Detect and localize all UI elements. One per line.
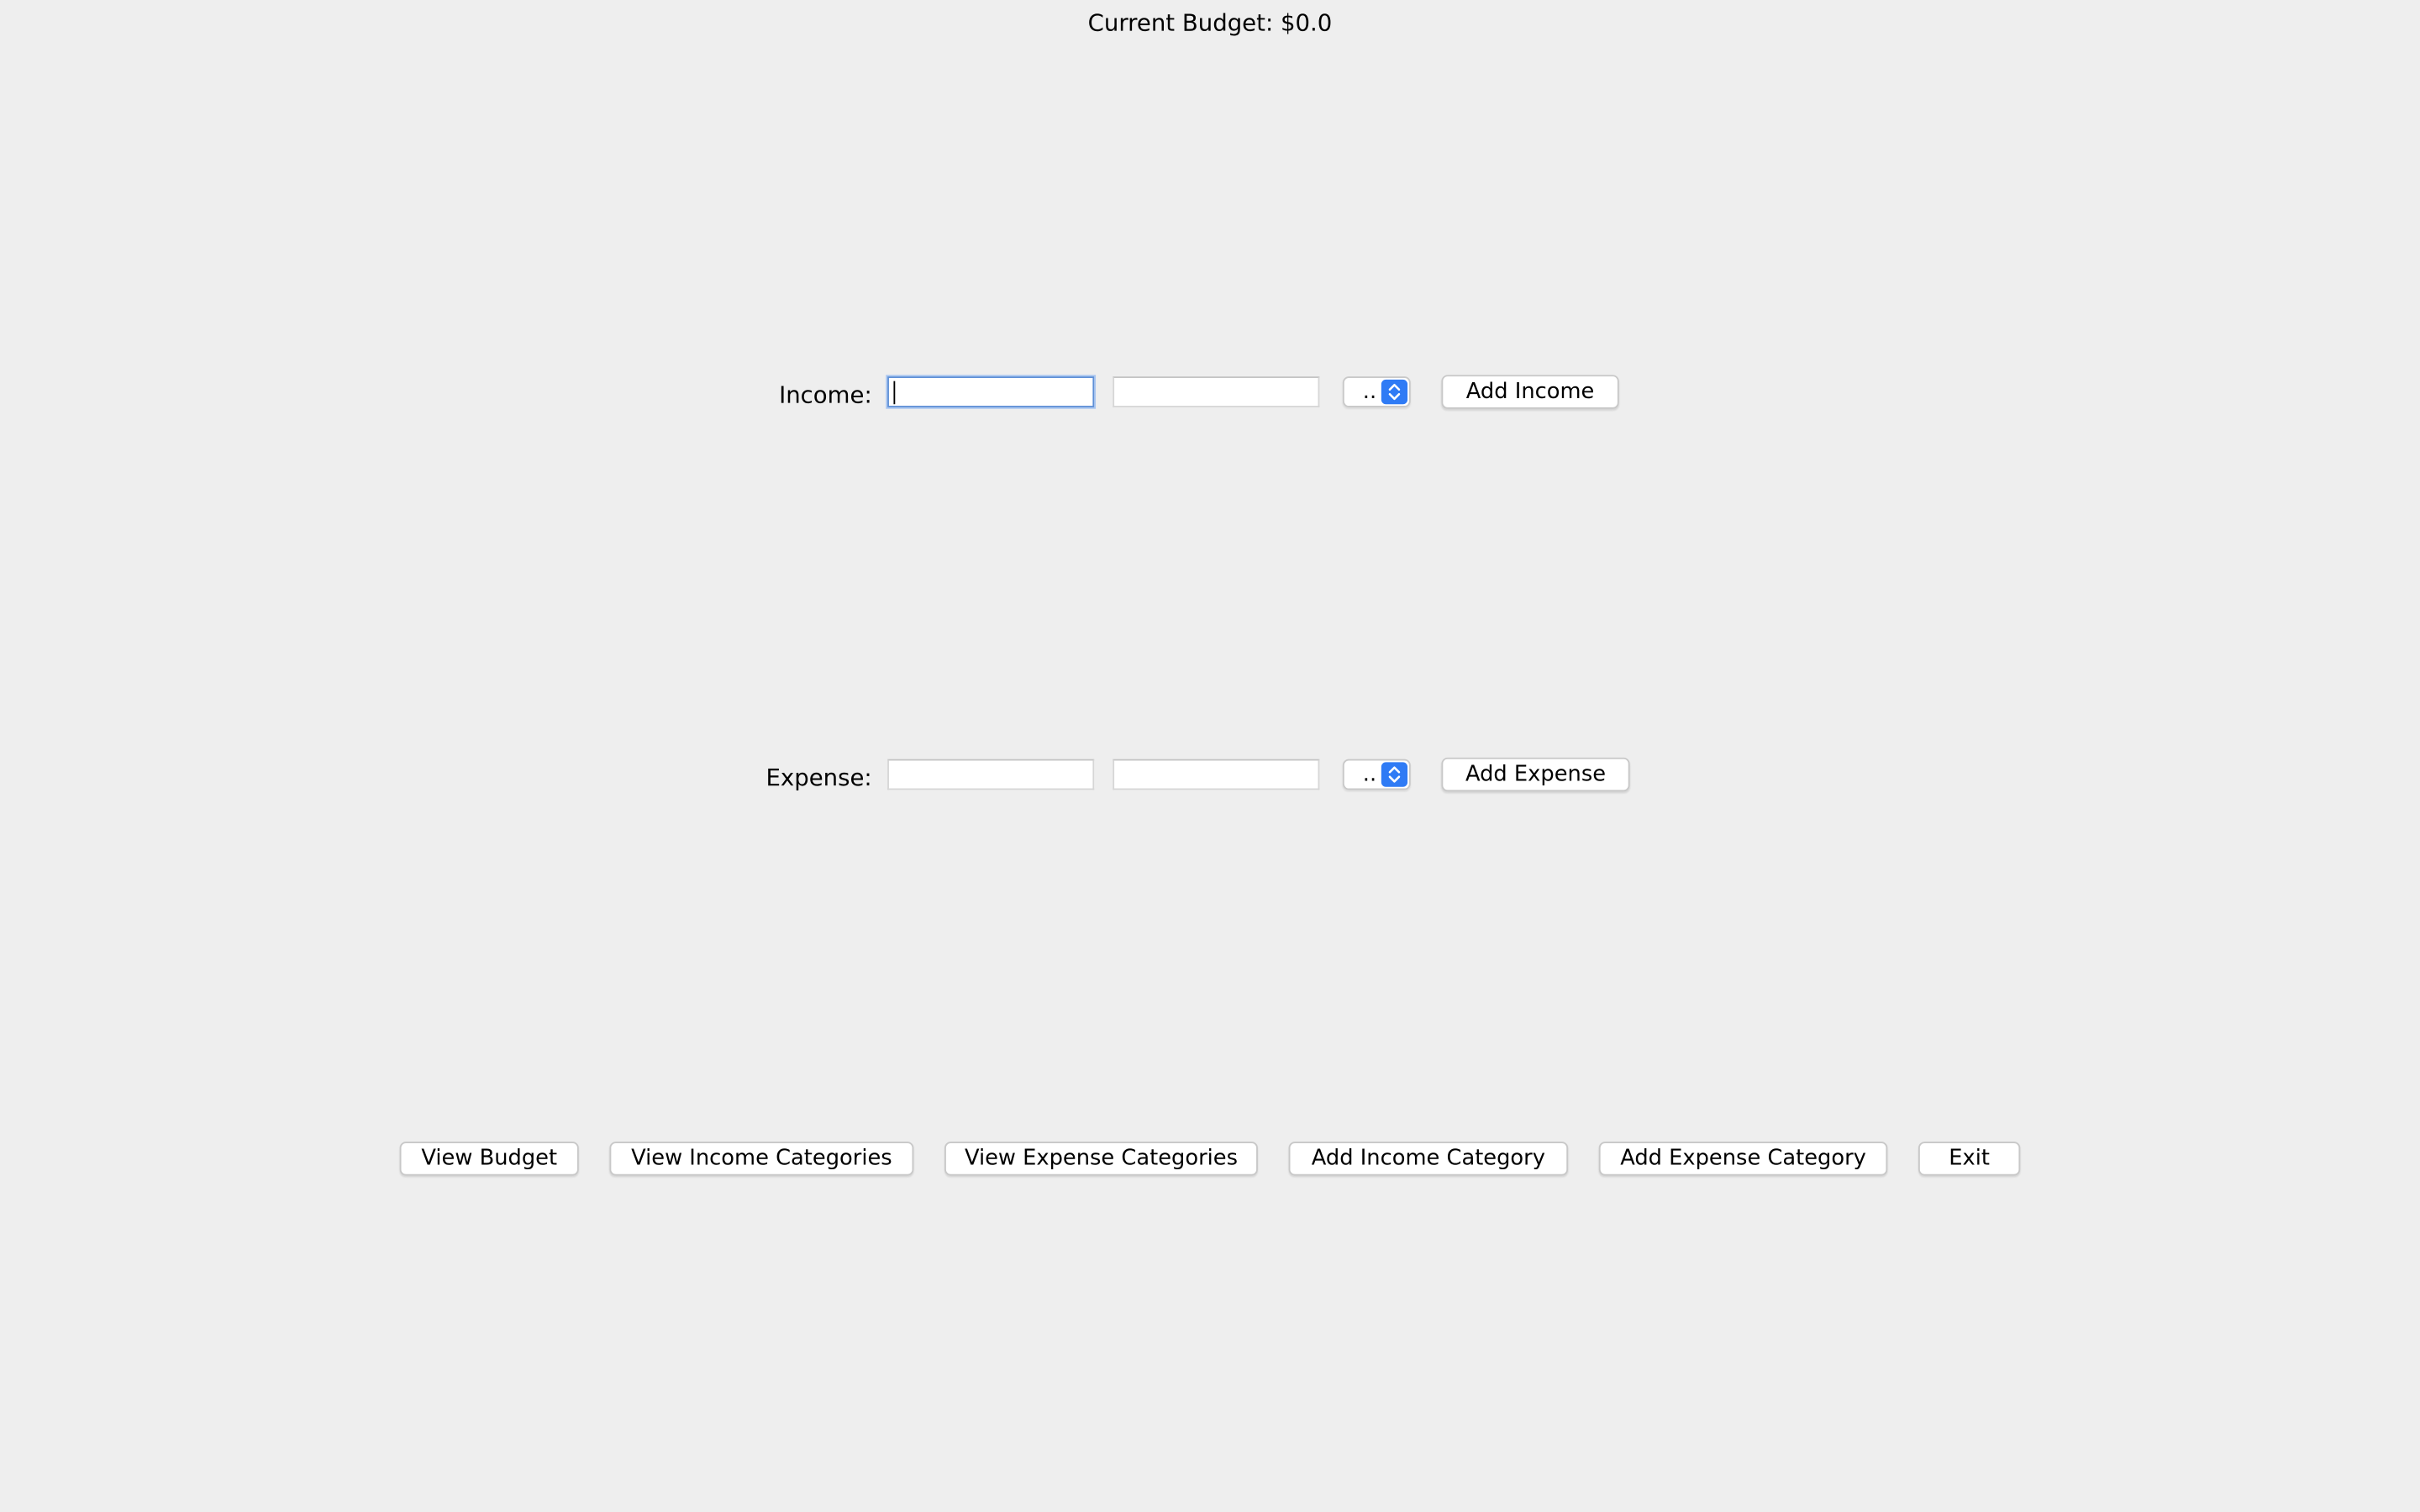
up-down-chevron-icon	[1381, 379, 1408, 405]
add-income-category-button[interactable]: Add Income Category	[1288, 1142, 1569, 1176]
view-expense-categories-button[interactable]: View Expense Categories	[944, 1142, 1258, 1176]
add-income-button[interactable]: Add Income	[1441, 375, 1619, 409]
income-label: Income:	[779, 381, 872, 409]
exit-button[interactable]: Exit	[1918, 1142, 2021, 1176]
expense-amount-field[interactable]	[887, 759, 1095, 790]
income-amount-field[interactable]	[887, 376, 1095, 407]
budget-window: Current Budget: $0.0 Income: .. Add Inco…	[0, 0, 2420, 1512]
actions-bar: View Budget View Income Categories View …	[0, 1142, 2420, 1179]
income-row: Income: .. Add Income	[0, 375, 2420, 413]
view-income-categories-button[interactable]: View Income Categories	[609, 1142, 914, 1176]
current-budget-label: Current Budget: $0.0	[1087, 9, 1333, 38]
income-description-field[interactable]	[1113, 376, 1320, 407]
expense-category-value: ..	[1362, 762, 1377, 787]
up-down-chevron-icon	[1381, 762, 1408, 787]
expense-row: Expense: .. Add Expense	[0, 757, 2420, 796]
income-category-value: ..	[1362, 379, 1377, 405]
income-category-select[interactable]: ..	[1342, 376, 1411, 407]
expense-label: Expense:	[765, 764, 872, 792]
text-caret	[893, 381, 896, 405]
expense-description-field[interactable]	[1113, 759, 1320, 790]
view-budget-button[interactable]: View Budget	[399, 1142, 579, 1176]
add-expense-category-button[interactable]: Add Expense Category	[1598, 1142, 1888, 1176]
add-expense-button[interactable]: Add Expense	[1441, 757, 1630, 792]
expense-category-select[interactable]: ..	[1342, 759, 1411, 790]
